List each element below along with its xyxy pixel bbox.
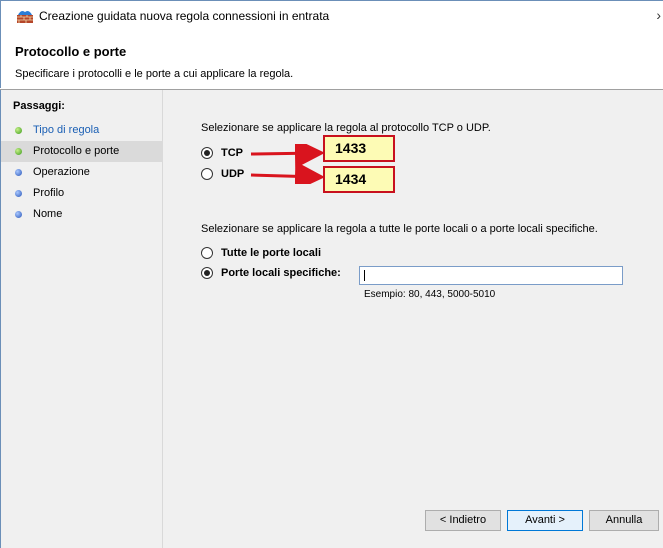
close-icon[interactable]: › (656, 7, 661, 23)
step-tipo-di-regola[interactable]: Tipo di regola (1, 120, 163, 141)
cancel-button[interactable]: Annulla (589, 510, 659, 531)
step-current-icon (15, 148, 22, 155)
step-protocollo-e-porte[interactable]: Protocollo e porte (1, 141, 163, 162)
back-button[interactable]: < Indietro (425, 510, 501, 531)
udp-label: UDP (221, 168, 245, 180)
all-ports-radio[interactable]: Tutte le porte locali (201, 247, 321, 259)
radio-indicator[interactable] (201, 267, 213, 279)
step-label: Operazione (33, 166, 90, 178)
tcp-radio[interactable]: TCP (201, 147, 243, 159)
radio-indicator[interactable] (201, 247, 213, 259)
radio-indicator[interactable] (201, 147, 213, 159)
step-profilo[interactable]: Profilo (1, 183, 163, 204)
step-pending-icon (15, 169, 22, 176)
protocol-question: Selezionare se applicare la regola al pr… (201, 122, 491, 134)
main-panel: Selezionare se applicare la regola al pr… (163, 90, 663, 548)
all-ports-label: Tutte le porte locali (221, 247, 322, 259)
arrow-icon (250, 144, 325, 169)
step-label: Protocollo e porte (33, 145, 120, 157)
steps-sidebar: Passaggi: Tipo di regola Protocollo e po… (0, 90, 163, 548)
tcp-port-callout: 1433 (323, 135, 395, 162)
page-subtitle: Specificare i protocolli e le porte a cu… (15, 68, 294, 80)
udp-port-callout: 1434 (323, 166, 395, 193)
tcp-label: TCP (221, 147, 243, 159)
udp-radio[interactable]: UDP (201, 168, 244, 180)
steps-list: Tipo di regola Protocollo e porte Operaz… (1, 120, 163, 225)
radio-indicator[interactable] (201, 168, 213, 180)
step-label: Profilo (33, 187, 65, 199)
annotation-arrows (250, 144, 325, 184)
step-pending-icon (15, 211, 22, 218)
step-complete-icon (15, 127, 22, 134)
arrow-icon (250, 161, 325, 184)
firewall-icon (17, 11, 33, 23)
window-title: Creazione guidata nuova regola connessio… (39, 9, 330, 23)
title-bar: Creazione guidata nuova regola connessio… (0, 0, 663, 30)
step-operazione[interactable]: Operazione (1, 162, 163, 183)
page-title: Protocollo e porte (15, 44, 127, 59)
specific-ports-input[interactable] (359, 266, 623, 285)
specific-ports-label: Porte locali specifiche: (221, 267, 341, 279)
text-caret (364, 270, 365, 281)
ports-example: Esempio: 80, 443, 5000-5010 (364, 289, 496, 300)
step-label: Tipo di regola (33, 124, 100, 136)
steps-title: Passaggi: (13, 100, 65, 112)
step-label: Nome (33, 208, 63, 220)
step-pending-icon (15, 190, 22, 197)
step-nome[interactable]: Nome (1, 204, 163, 225)
wizard-header: Protocollo e porte Specificare i protoco… (0, 30, 663, 88)
next-button[interactable]: Avanti > (507, 510, 583, 531)
specific-ports-radio[interactable]: Porte locali specifiche: (201, 267, 341, 279)
ports-question: Selezionare se applicare la regola a tut… (201, 223, 598, 235)
